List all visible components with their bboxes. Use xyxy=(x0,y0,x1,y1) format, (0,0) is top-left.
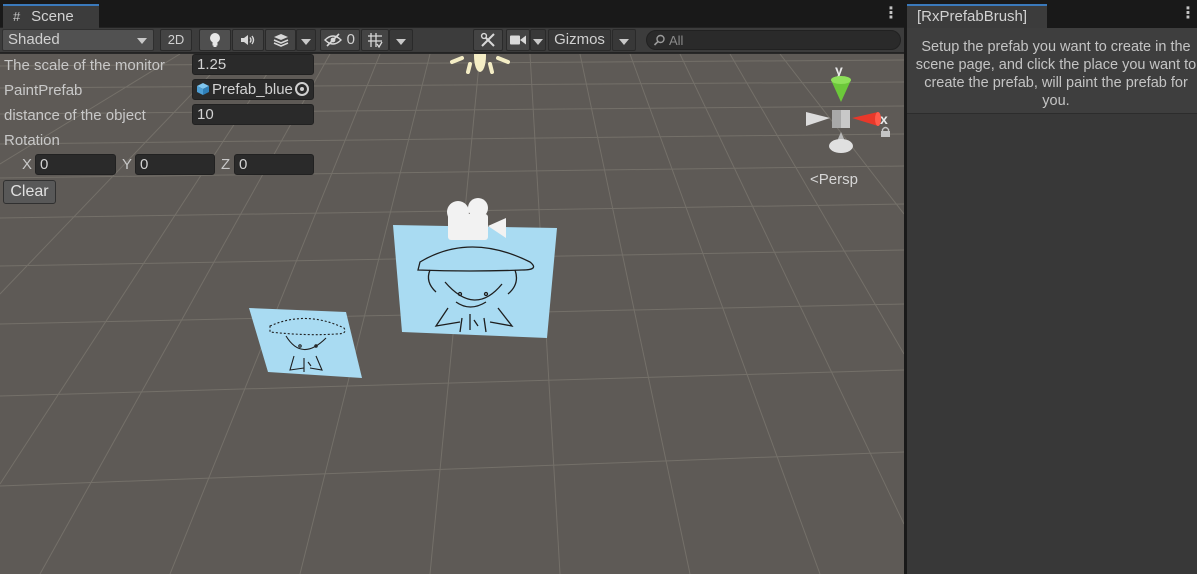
video-camera-icon xyxy=(510,35,526,45)
tab-rx-prefab-brush[interactable]: [RxPrefabBrush] xyxy=(907,4,1047,28)
rotation-x-label: X xyxy=(22,156,33,173)
tab-scene-label: Scene xyxy=(31,8,74,25)
paint-prefab-value: Prefab_blue xyxy=(212,81,293,98)
brush-help-box: Setup the prefab you want to create in t… xyxy=(907,28,1197,114)
brush-menu-icon[interactable]: ⋮ xyxy=(1180,6,1196,22)
projection-toggle[interactable]: <Persp xyxy=(810,171,858,188)
scene-menu-icon[interactable]: ⋮ xyxy=(883,6,899,22)
gizmo-y-label: y xyxy=(835,62,843,78)
search-input[interactable] xyxy=(669,32,894,48)
chevron-down-icon xyxy=(301,39,311,45)
grid-dropdown-button[interactable] xyxy=(389,29,413,51)
search-icon xyxy=(653,34,665,46)
paint-prefab-object-field[interactable]: Prefab_blue xyxy=(192,79,314,100)
audio-toggle-button[interactable] xyxy=(232,29,264,51)
camera-settings-button[interactable] xyxy=(506,29,530,51)
speaker-icon xyxy=(241,35,255,45)
lock-icon[interactable] xyxy=(880,126,891,138)
layers-icon xyxy=(273,34,288,47)
painted-prefab-small[interactable] xyxy=(246,306,366,382)
rotation-z-label: Z xyxy=(221,156,231,173)
rotation-label: Rotation xyxy=(4,132,60,149)
chevron-down-icon xyxy=(137,38,147,44)
orientation-gizmo[interactable]: y x xyxy=(800,60,900,160)
toggle-2d-button[interactable]: 2D xyxy=(160,29,192,51)
rotation-z-input[interactable] xyxy=(239,155,313,174)
chevron-down-icon xyxy=(396,39,406,45)
rotation-z-field[interactable] xyxy=(234,154,314,175)
perspective-chevron-icon: < xyxy=(810,171,819,188)
monitor-scale-label: The scale of the monitor xyxy=(4,57,165,74)
projection-label: Persp xyxy=(818,171,858,188)
brush-tab-bar: [RxPrefabBrush] ⋮ xyxy=(907,0,1197,28)
tools-icon xyxy=(480,32,495,47)
distance-label: distance of the object xyxy=(4,107,146,124)
brush-window-body xyxy=(907,114,1197,574)
distance-field[interactable] xyxy=(192,104,314,125)
prefab-cube-icon xyxy=(197,83,209,95)
paint-prefab-label: PaintPrefab xyxy=(4,82,83,99)
effects-dropdown-button[interactable] xyxy=(296,29,316,51)
rotation-y-field[interactable] xyxy=(135,154,215,175)
hash-icon: # xyxy=(13,9,21,24)
lighting-toggle-button[interactable] xyxy=(199,29,231,51)
light-bulb-icon xyxy=(210,33,220,47)
scene-tools-button[interactable] xyxy=(473,29,503,51)
rotation-x-input[interactable] xyxy=(40,155,115,174)
scene-visibility-button[interactable]: 0 xyxy=(320,29,360,51)
rotation-y-input[interactable] xyxy=(140,155,214,174)
scene-search-field[interactable] xyxy=(646,30,901,50)
gizmos-dropdown-button[interactable] xyxy=(612,29,636,51)
monitor-scale-input[interactable] xyxy=(197,55,313,74)
scene-toolbar: Shaded 2D 0 Gizmos All xyxy=(0,28,904,53)
clear-button[interactable]: Clear xyxy=(3,180,56,204)
grid-icon xyxy=(368,33,383,48)
scene-viewport[interactable]: The scale of the monitor PaintPrefab Pre… xyxy=(0,54,904,574)
shading-mode-dropdown[interactable]: Shaded xyxy=(2,29,154,51)
gizmo-neg-x-cone[interactable] xyxy=(806,112,830,126)
gizmo-x-cone[interactable] xyxy=(852,112,878,126)
camera-dropdown-button[interactable] xyxy=(530,29,546,51)
scene-tab-bar: # Scene ⋮ xyxy=(0,0,904,28)
scene-window: # Scene ⋮ Shaded 2D 0 Gizmos All The sca… xyxy=(0,0,904,574)
sun-light-icon xyxy=(450,54,510,74)
rotation-x-field[interactable] xyxy=(35,154,116,175)
gizmo-x-label: x xyxy=(880,111,888,127)
tab-scene[interactable]: # Scene xyxy=(3,4,99,28)
hidden-eye-icon xyxy=(324,33,342,47)
shading-mode-label: Shaded xyxy=(8,31,60,48)
prefab-brush-window: [RxPrefabBrush] ⋮ Setup the prefab you w… xyxy=(907,0,1197,574)
camera-gizmo-icon xyxy=(447,198,506,240)
hidden-object-count: 0 xyxy=(346,31,355,48)
monitor-scale-field[interactable] xyxy=(192,54,314,75)
rotation-y-label: Y xyxy=(122,156,133,173)
chevron-down-icon xyxy=(619,39,629,45)
brush-help-text: Setup the prefab you want to create in t… xyxy=(915,39,1197,109)
object-picker-icon[interactable] xyxy=(295,82,309,96)
effects-toggle-button[interactable] xyxy=(265,29,296,51)
chevron-down-icon xyxy=(533,39,543,45)
distance-input[interactable] xyxy=(197,105,313,124)
gizmos-button[interactable]: Gizmos xyxy=(548,29,611,51)
grid-toggle-button[interactable] xyxy=(361,29,389,51)
